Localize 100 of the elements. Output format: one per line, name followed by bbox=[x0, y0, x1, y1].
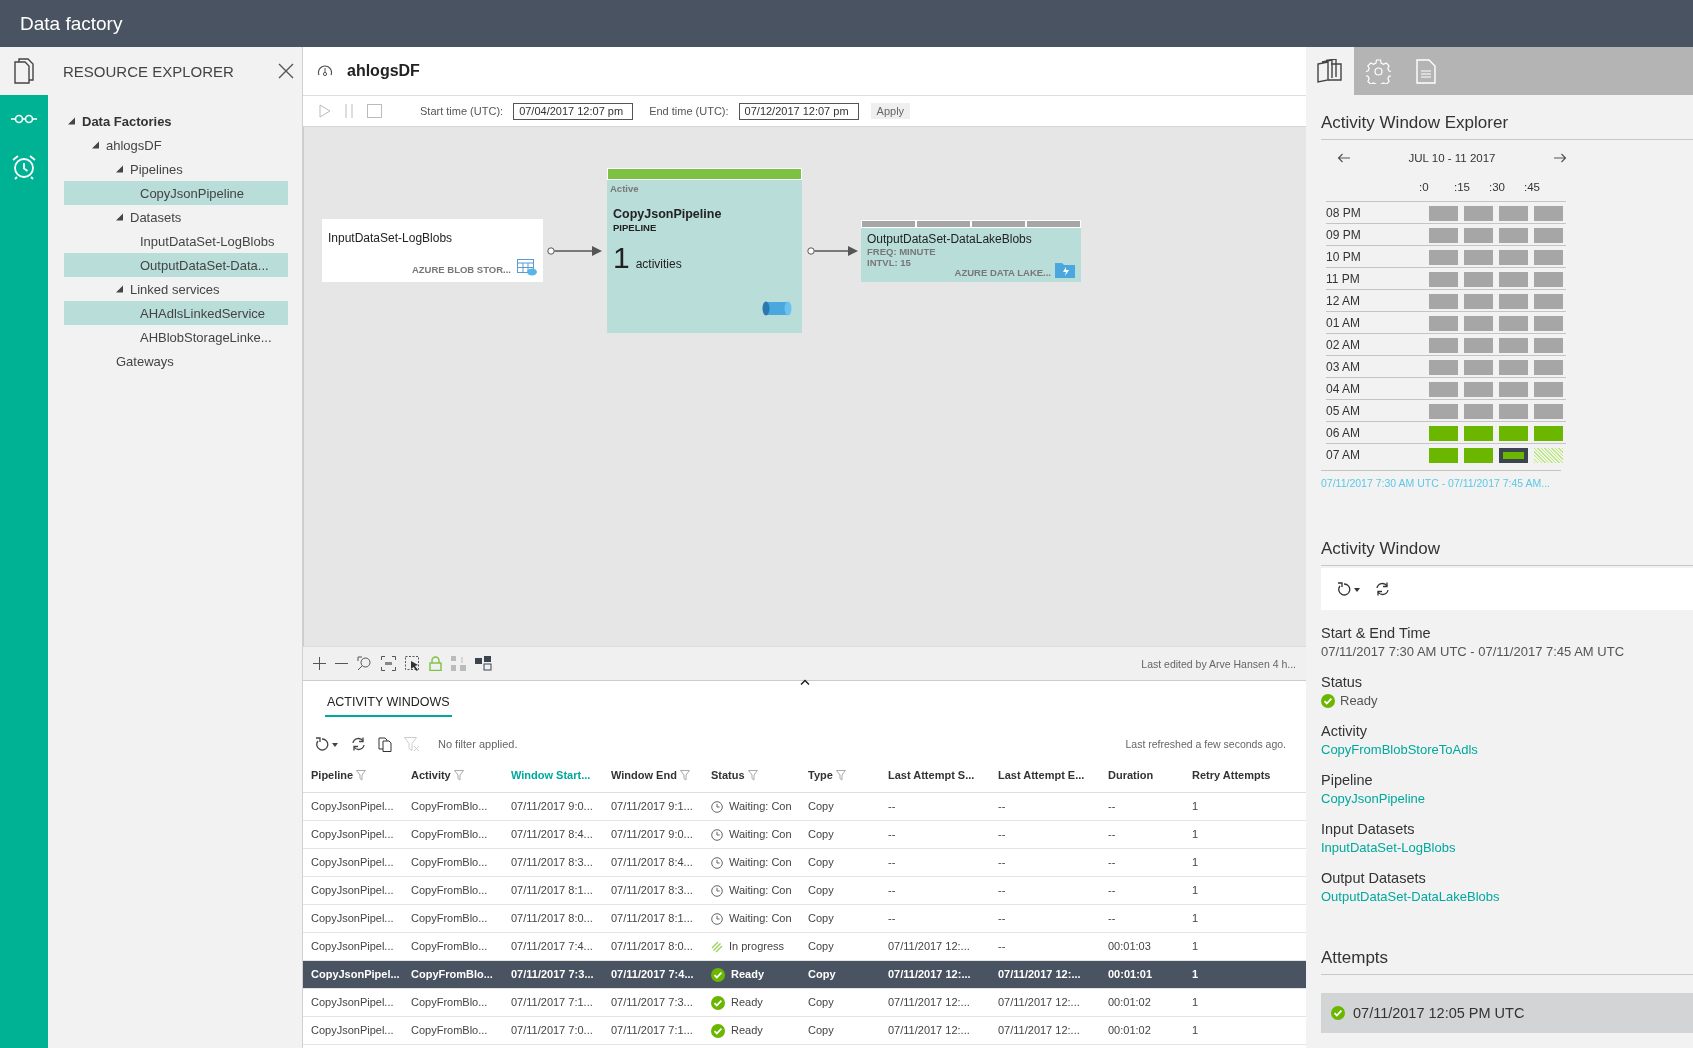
column-header[interactable]: Type bbox=[800, 763, 880, 789]
sync-icon[interactable] bbox=[351, 737, 366, 751]
end-time-field[interactable]: 07/12/2017 12:07 pm bbox=[738, 102, 859, 120]
collapse-triangle-icon[interactable] bbox=[116, 213, 124, 221]
activity-window-cell[interactable] bbox=[1429, 337, 1458, 353]
lock-icon[interactable] bbox=[429, 656, 442, 671]
dataset-node[interactable]: InputDataSet-LogBlobs AZURE BLOB STOR... bbox=[322, 219, 543, 282]
activity-window-cell[interactable] bbox=[1534, 271, 1563, 287]
copy-icon[interactable] bbox=[378, 736, 392, 752]
activity-window-cell[interactable] bbox=[1534, 447, 1563, 463]
activity-window-cell[interactable] bbox=[1534, 205, 1563, 221]
activity-window-cell[interactable] bbox=[1499, 315, 1528, 331]
stop-icon[interactable] bbox=[367, 104, 382, 118]
activity-window-cell[interactable] bbox=[1534, 293, 1563, 309]
zoom-in-icon[interactable] bbox=[313, 657, 326, 670]
close-icon[interactable] bbox=[278, 63, 294, 79]
pause-icon[interactable] bbox=[345, 104, 353, 118]
activity-window-cell[interactable] bbox=[1464, 447, 1493, 463]
filter-icon[interactable] bbox=[679, 769, 690, 781]
activity-window-cell[interactable] bbox=[1534, 359, 1563, 375]
activity-window-cell[interactable] bbox=[1429, 403, 1458, 419]
rail-tab[interactable] bbox=[0, 47, 48, 95]
refresh-dropdown-icon[interactable] bbox=[315, 737, 339, 751]
dataset-node[interactable]: OutputDataSet-DataLakeBlobs FREQ: MINUTE INTVL: 15 AZURE DATA LAKE... bbox=[861, 220, 1081, 282]
activity-window-cell[interactable] bbox=[1464, 315, 1493, 331]
zoom-fit-icon[interactable] bbox=[357, 656, 372, 671]
tree-item[interactable]: ahlogsDF bbox=[64, 133, 288, 157]
column-header[interactable]: Status bbox=[703, 763, 800, 789]
tree-item[interactable]: InputDataSet-LogBlobs bbox=[64, 229, 288, 253]
column-header[interactable]: Window End bbox=[603, 763, 703, 789]
play-icon[interactable] bbox=[319, 104, 331, 118]
tree-item[interactable]: Datasets bbox=[64, 205, 288, 229]
tab[interactable]: ACTIVITY WINDOWS bbox=[325, 693, 452, 717]
activity-window-cell[interactable] bbox=[1534, 249, 1563, 265]
tree-item[interactable]: Linked services bbox=[64, 277, 288, 301]
activity-window-cell[interactable] bbox=[1464, 381, 1493, 397]
activity-window-cell[interactable] bbox=[1499, 293, 1528, 309]
apply-button[interactable]: Apply bbox=[870, 103, 911, 119]
activity-window-cell[interactable] bbox=[1534, 337, 1563, 353]
arrow-right-icon[interactable] bbox=[1554, 153, 1567, 163]
activity-window-cell[interactable] bbox=[1534, 227, 1563, 243]
activity-window-cell[interactable] bbox=[1429, 315, 1458, 331]
panel-tab[interactable] bbox=[1306, 47, 1354, 95]
collapse-triangle-icon[interactable] bbox=[92, 141, 100, 149]
column-header[interactable]: Last Attempt S... bbox=[880, 763, 990, 789]
tree-item[interactable]: Data Factories bbox=[64, 109, 288, 133]
activity-window-cell[interactable] bbox=[1499, 205, 1528, 221]
activity-window-cell[interactable] bbox=[1499, 249, 1528, 265]
activity-window-cell[interactable] bbox=[1534, 425, 1563, 441]
filter-icon[interactable] bbox=[835, 769, 846, 781]
start-time-field[interactable]: 07/04/2017 12:07 pm bbox=[513, 102, 634, 120]
activity-window-cell[interactable] bbox=[1429, 271, 1458, 287]
activity-window-cell[interactable] bbox=[1464, 359, 1493, 375]
activity-window-cell[interactable] bbox=[1499, 381, 1528, 397]
activity-window-cell[interactable] bbox=[1499, 403, 1528, 419]
activity-window-cell[interactable] bbox=[1429, 359, 1458, 375]
activity-window-cell[interactable] bbox=[1464, 227, 1493, 243]
table-row[interactable]: CopyJsonPipel... CopyFromBlo... 07/11/2017 7:3... 07/11/2017 7:4... Ready Copy 07/11/2017 12:... 07/11/2017 12:... 00:01:01 1 bbox=[303, 961, 1306, 989]
activity-window-cell[interactable] bbox=[1499, 337, 1528, 353]
activity-window-cell[interactable] bbox=[1429, 205, 1458, 221]
activity-window-cell[interactable] bbox=[1534, 381, 1563, 397]
filter-icon[interactable] bbox=[453, 769, 464, 781]
filter-icon[interactable] bbox=[747, 769, 758, 781]
attempt-item[interactable]: 07/11/2017 12:05 PM UTC bbox=[1321, 993, 1693, 1033]
tree-item[interactable]: Pipelines bbox=[64, 157, 288, 181]
arrow-left-icon[interactable] bbox=[1337, 153, 1350, 163]
activity-window-cell[interactable] bbox=[1464, 337, 1493, 353]
activity-window-cell[interactable] bbox=[1464, 403, 1493, 419]
activity-window-cell[interactable] bbox=[1464, 249, 1493, 265]
activity-window-cell[interactable] bbox=[1534, 403, 1563, 419]
tree-item[interactable]: AHAdlsLinkedService bbox=[64, 301, 288, 325]
select-icon[interactable] bbox=[405, 656, 420, 671]
collapse-triangle-icon[interactable] bbox=[116, 285, 124, 293]
column-header[interactable]: Pipeline bbox=[303, 763, 403, 789]
activity-window-cell[interactable] bbox=[1534, 315, 1563, 331]
tree-item[interactable]: Gateways bbox=[64, 349, 288, 373]
activity-window-cell[interactable] bbox=[1499, 447, 1528, 463]
sync-icon[interactable] bbox=[1375, 582, 1390, 596]
activity-window-cell[interactable] bbox=[1429, 425, 1458, 441]
tree-item[interactable]: CopyJsonPipeline bbox=[64, 181, 288, 205]
layout-icon[interactable] bbox=[451, 656, 466, 671]
activity-window-cell[interactable] bbox=[1464, 293, 1493, 309]
column-header[interactable]: Duration bbox=[1100, 763, 1184, 789]
activity-window-cell[interactable] bbox=[1499, 359, 1528, 375]
activity-window-cell[interactable] bbox=[1499, 227, 1528, 243]
column-header[interactable]: Last Attempt E... bbox=[990, 763, 1100, 789]
tree-item[interactable]: AHBlobStorageLinke... bbox=[64, 325, 288, 349]
activity-window-cell[interactable] bbox=[1429, 447, 1458, 463]
column-header[interactable]: Retry Attempts bbox=[1184, 763, 1290, 789]
activity-window-cell[interactable] bbox=[1464, 205, 1493, 221]
activity-window-cell[interactable] bbox=[1499, 425, 1528, 441]
filter-icon[interactable] bbox=[356, 769, 367, 781]
activity-window-cell[interactable] bbox=[1499, 271, 1528, 287]
activity-window-cell[interactable] bbox=[1464, 271, 1493, 287]
activity-window-cell[interactable] bbox=[1429, 227, 1458, 243]
collapse-triangle-icon[interactable] bbox=[116, 165, 124, 173]
column-header[interactable]: Activity bbox=[403, 763, 503, 789]
activity-window-cell[interactable] bbox=[1429, 293, 1458, 309]
actual-size-icon[interactable] bbox=[381, 656, 396, 671]
arrange-icon[interactable] bbox=[475, 656, 492, 671]
